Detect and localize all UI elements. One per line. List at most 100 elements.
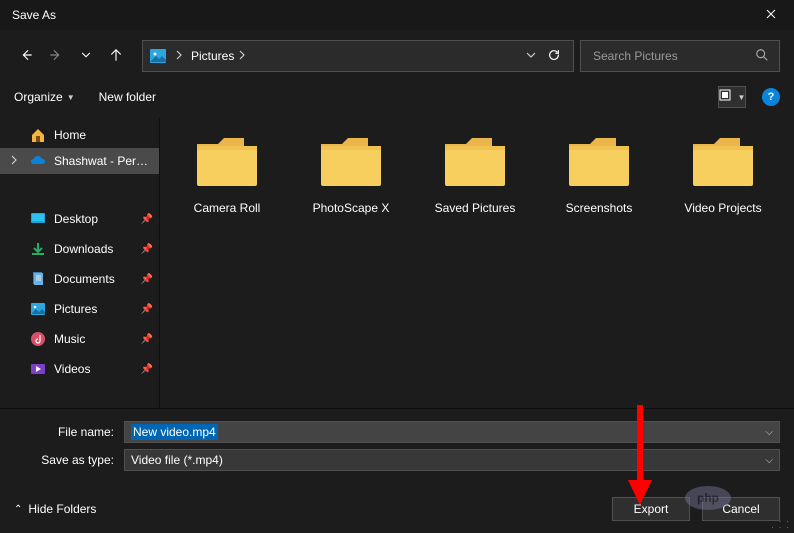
downloads-icon bbox=[30, 241, 46, 257]
nav-label: Pictures bbox=[54, 302, 133, 316]
pin-icon: 📌 bbox=[141, 304, 153, 315]
filename-field[interactable]: New video.mp4 ⌵ bbox=[124, 421, 780, 443]
form-area: File name: New video.mp4 ⌵ Save as type:… bbox=[0, 408, 794, 479]
onedrive-icon bbox=[30, 153, 46, 169]
nav-label: Music bbox=[54, 332, 133, 346]
titlebar: Save As bbox=[0, 0, 794, 30]
up-button[interactable] bbox=[104, 44, 128, 68]
desktop-icon bbox=[30, 211, 46, 227]
close-icon bbox=[766, 8, 776, 22]
folder-item[interactable]: PhotoScape X bbox=[304, 136, 398, 215]
window-title: Save As bbox=[12, 8, 56, 22]
chevron-down-icon[interactable]: ⌵ bbox=[765, 427, 773, 438]
chevron-down-icon[interactable]: ⌵ bbox=[765, 455, 773, 466]
breadcrumb-segment[interactable]: Pictures bbox=[191, 49, 234, 63]
folder-label: PhotoScape X bbox=[313, 201, 390, 215]
export-label: Export bbox=[634, 502, 669, 516]
pin-icon: 📌 bbox=[141, 274, 153, 285]
organize-menu[interactable]: Organize ▼ bbox=[14, 90, 75, 104]
nav-label: Shashwat - Personal bbox=[54, 154, 153, 168]
arrow-right-icon bbox=[49, 48, 63, 65]
cancel-button[interactable]: Cancel bbox=[702, 497, 780, 521]
folder-label: Screenshots bbox=[566, 201, 633, 215]
filename-label: File name: bbox=[14, 425, 124, 439]
pin-icon: 📌 bbox=[141, 214, 153, 225]
save-type-value: Video file (*.mp4) bbox=[131, 453, 223, 467]
folder-icon bbox=[442, 136, 508, 191]
close-button[interactable] bbox=[748, 0, 794, 30]
resize-grip[interactable]: . .. . . bbox=[771, 517, 790, 529]
nav-label: Downloads bbox=[54, 242, 133, 256]
address-bar[interactable]: Pictures bbox=[142, 40, 574, 72]
nav-label: Desktop bbox=[54, 212, 133, 226]
main-area: Home Shashwat - Personal Desktop 📌 bbox=[0, 118, 794, 408]
view-button[interactable]: ▼ bbox=[718, 86, 746, 108]
breadcrumb[interactable]: Pictures bbox=[191, 49, 511, 63]
recent-button[interactable] bbox=[74, 44, 98, 68]
chevron-down-icon: ▼ bbox=[67, 93, 75, 102]
save-type-field[interactable]: Video file (*.mp4) ⌵ bbox=[124, 449, 780, 471]
hide-folders-label: Hide Folders bbox=[28, 502, 96, 516]
videos-icon bbox=[30, 361, 46, 377]
help-icon: ? bbox=[768, 91, 775, 103]
hide-folders-button[interactable]: ⌃ Hide Folders bbox=[14, 502, 96, 516]
chevron-down-icon bbox=[79, 48, 93, 65]
pictures-icon bbox=[30, 301, 46, 317]
search-icon bbox=[755, 48, 769, 65]
search-box[interactable] bbox=[580, 40, 780, 72]
footer: ⌃ Hide Folders Export Cancel bbox=[0, 479, 794, 531]
nav-quick-access: Desktop 📌 Downloads 📌 Documents 📌 bbox=[0, 200, 159, 388]
arrow-left-icon bbox=[19, 48, 33, 65]
filename-value: New video.mp4 bbox=[131, 424, 218, 440]
help-button[interactable]: ? bbox=[762, 88, 780, 106]
nav-documents[interactable]: Documents 📌 bbox=[0, 264, 159, 294]
folder-item[interactable]: Camera Roll bbox=[180, 136, 274, 215]
chevron-right-icon bbox=[238, 49, 246, 63]
folder-content[interactable]: Camera Roll PhotoScape X Saved Pictures … bbox=[160, 118, 794, 408]
nav-videos[interactable]: Videos 📌 bbox=[0, 354, 159, 384]
nav-music[interactable]: Music 📌 bbox=[0, 324, 159, 354]
arrow-up-icon bbox=[109, 48, 123, 65]
folder-item[interactable]: Video Projects bbox=[676, 136, 770, 215]
chevron-up-icon: ⌃ bbox=[14, 504, 22, 515]
new-folder-label: New folder bbox=[99, 90, 156, 104]
pin-icon: 📌 bbox=[141, 364, 153, 375]
save-type-label: Save as type: bbox=[14, 453, 124, 467]
nav-onedrive[interactable]: Shashwat - Personal bbox=[0, 148, 159, 174]
nav-label: Home bbox=[54, 128, 153, 142]
nav-home[interactable]: Home bbox=[0, 122, 159, 148]
folder-icon bbox=[318, 136, 384, 191]
nav-desktop[interactable]: Desktop 📌 bbox=[0, 204, 159, 234]
folder-icon bbox=[194, 136, 260, 191]
chevron-right-icon bbox=[175, 49, 183, 63]
cancel-label: Cancel bbox=[722, 502, 759, 516]
folder-label: Saved Pictures bbox=[435, 201, 516, 215]
folder-item[interactable]: Saved Pictures bbox=[428, 136, 522, 215]
pin-icon: 📌 bbox=[141, 244, 153, 255]
search-input[interactable] bbox=[591, 48, 755, 64]
nav-downloads[interactable]: Downloads 📌 bbox=[0, 234, 159, 264]
chevron-right-icon bbox=[10, 155, 18, 168]
chevron-down-icon[interactable] bbox=[525, 49, 537, 63]
view-icon bbox=[719, 89, 735, 106]
nav-label: Documents bbox=[54, 272, 133, 286]
folder-icon bbox=[566, 136, 632, 191]
navigation-row: Pictures bbox=[0, 30, 794, 82]
folder-label: Camera Roll bbox=[194, 201, 261, 215]
toolbar: Organize ▼ New folder ▼ ? bbox=[0, 82, 794, 118]
export-button[interactable]: Export bbox=[612, 497, 690, 521]
folder-icon bbox=[690, 136, 756, 191]
chevron-down-icon: ▼ bbox=[738, 93, 746, 102]
home-icon bbox=[30, 127, 46, 143]
nav-pictures[interactable]: Pictures 📌 bbox=[0, 294, 159, 324]
nav-label: Videos bbox=[54, 362, 133, 376]
folder-item[interactable]: Screenshots bbox=[552, 136, 646, 215]
music-icon bbox=[30, 331, 46, 347]
forward-button[interactable] bbox=[44, 44, 68, 68]
back-button[interactable] bbox=[14, 44, 38, 68]
documents-icon bbox=[30, 271, 46, 287]
organize-label: Organize bbox=[14, 90, 63, 104]
navigation-pane: Home Shashwat - Personal Desktop 📌 bbox=[0, 118, 160, 408]
new-folder-button[interactable]: New folder bbox=[99, 90, 156, 104]
refresh-button[interactable] bbox=[547, 48, 561, 65]
